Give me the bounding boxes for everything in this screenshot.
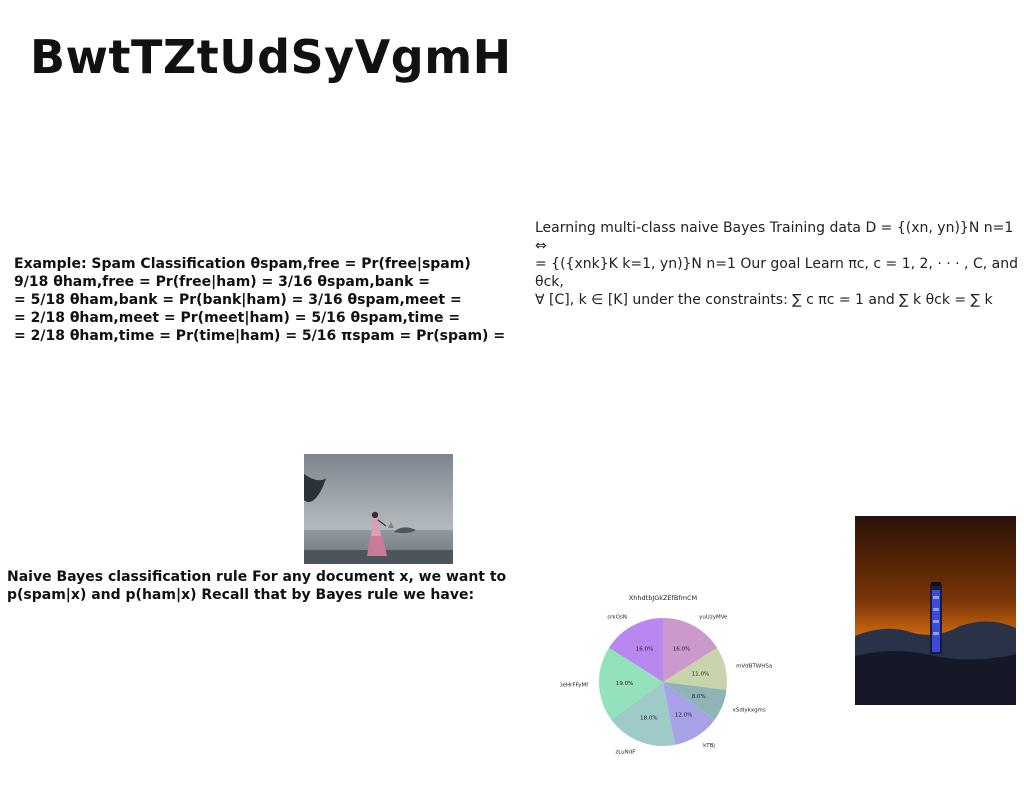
pie-value-label: 11.0% bbox=[692, 672, 709, 678]
chart-title: XhhdtbJGkZEfBfmCM bbox=[629, 594, 697, 602]
tower-at-sunset-photo bbox=[855, 516, 1016, 705]
page-title: BwtTZtUdSyVgmH bbox=[30, 30, 512, 84]
pie-category-label: zLuNdF bbox=[615, 750, 635, 756]
pie-value-label: 16.0% bbox=[673, 646, 690, 652]
pie-value-label: 18.0% bbox=[640, 716, 657, 722]
tower-photo-graphic bbox=[855, 516, 1016, 705]
pie-category-label: srkOsN bbox=[607, 614, 627, 620]
spam-classification-text: Example: Spam Classification θspam,free … bbox=[14, 256, 506, 344]
woman-on-shore-photo bbox=[304, 454, 453, 564]
learning-naive-bayes-text: Learning multi-class naive Bayes Trainin… bbox=[535, 220, 1018, 308]
pie-category-label: DeHrFFyMf bbox=[560, 682, 589, 688]
pie-category-label: yuUzyMVe bbox=[699, 614, 728, 620]
pie-value-label: 12.0% bbox=[675, 712, 692, 718]
pie-value-label: 8.0% bbox=[692, 694, 706, 700]
pie-value-label: 19.0% bbox=[616, 681, 633, 687]
naive-bayes-rule-text: Naive Bayes classification rule For any … bbox=[7, 569, 507, 603]
pie-category-label: xSdlykxgms bbox=[733, 708, 766, 714]
pie-category-label: kTBj bbox=[703, 743, 715, 749]
woman-photo-graphic bbox=[304, 454, 453, 564]
pie-category-label: mVdBTWHSa bbox=[736, 664, 772, 670]
pie-chart: XhhdtbJGkZEfBfmCM 16.0% 11.0% 8.0% 12.0% 18.… bbox=[560, 594, 772, 756]
pie-value-label: 16.0% bbox=[636, 646, 653, 652]
